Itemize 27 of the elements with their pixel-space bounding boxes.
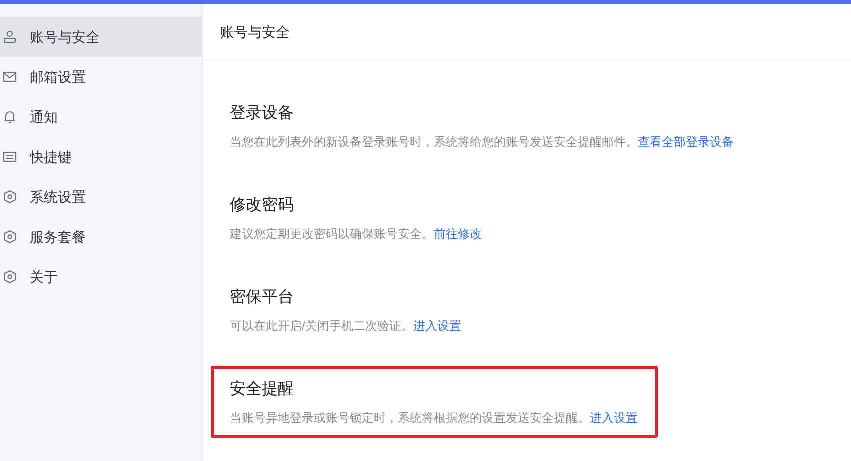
section-title: 安全提醒 bbox=[230, 380, 295, 400]
sidebar-item[interactable]: 邮箱设置 bbox=[0, 57, 202, 97]
section-description: 可以在此开启/关闭手机二次验证。 bbox=[230, 318, 414, 334]
sidebar-item[interactable]: 快捷键 bbox=[0, 137, 202, 177]
settings-icon bbox=[3, 190, 17, 204]
section-description: 建议您定期更改密码以确保账号安全。 bbox=[230, 226, 434, 242]
bell-icon bbox=[3, 110, 17, 124]
sidebar-item[interactable]: 关于 bbox=[0, 257, 202, 297]
mail-icon bbox=[3, 70, 17, 84]
user-icon bbox=[3, 30, 17, 44]
page-title: 账号与安全 bbox=[220, 22, 290, 42]
section-description: 当账号异地登录或账号锁定时，系统将根据您的设置发送安全提醒。 bbox=[230, 410, 590, 426]
section-link[interactable]: 查看全部登录设备 bbox=[638, 134, 734, 150]
settings-icon bbox=[3, 270, 17, 284]
section-link[interactable]: 前往修改 bbox=[434, 226, 482, 242]
sidebar-item[interactable]: 系统设置 bbox=[0, 177, 202, 217]
keyboard-icon bbox=[3, 150, 17, 164]
sidebar-item[interactable]: 账号与安全 bbox=[0, 17, 202, 57]
section-link[interactable]: 进入设置 bbox=[590, 410, 638, 426]
settings-icon bbox=[3, 230, 17, 244]
sidebar-item[interactable]: 通知 bbox=[0, 97, 202, 137]
section-title: 登录设备 bbox=[230, 104, 295, 124]
section-title: 密保平台 bbox=[230, 288, 295, 308]
section-link[interactable]: 进入设置 bbox=[413, 318, 462, 334]
sidebar-item[interactable]: 服务套餐 bbox=[0, 217, 202, 257]
section-title: 修改密码 bbox=[230, 196, 295, 216]
section-description: 当您在此列表外的新设备登录账号时，系统将给您的账号发送安全提醒邮件。 bbox=[230, 134, 638, 150]
